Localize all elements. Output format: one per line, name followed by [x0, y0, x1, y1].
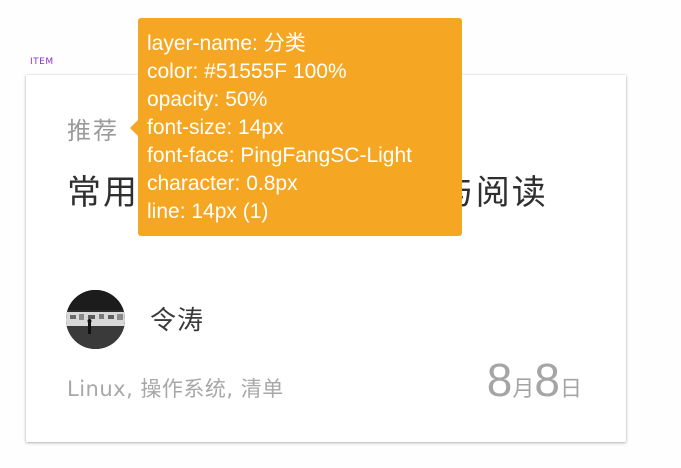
inspector-line-font-size: font-size: 14px: [147, 116, 284, 139]
inspector-line-opacity: opacity: 50%: [147, 88, 268, 111]
author-name[interactable]: 令涛: [150, 300, 204, 337]
date-month-unit: 月: [512, 377, 535, 402]
inspector-line-color: color: #51555F 100%: [147, 60, 347, 83]
date-day: 8: [534, 354, 560, 406]
inspector-line-character: character: 0.8px: [147, 172, 298, 195]
date-month: 8: [486, 354, 513, 406]
category-label: 推荐: [67, 117, 119, 145]
date-day-unit: 日: [559, 377, 582, 402]
inspector-line-font-face: font-face: PingFangSC-Light: [147, 144, 412, 167]
inspector-line-line-height: line: 14px (1): [147, 200, 269, 223]
author-avatar[interactable]: [66, 290, 125, 349]
avatar-photo-icon: [66, 290, 125, 349]
inspector-line-layer-name: layer-name: 分类: [147, 32, 306, 55]
tag-list: Linux, 操作系统, 清单: [67, 377, 284, 401]
layer-inspector-tooltip: layer-name: 分类 color: #51555F 100% opaci…: [130, 18, 462, 236]
publish-date: 8月8日: [487, 353, 582, 407]
artboard-label: ITEM: [30, 57, 54, 67]
